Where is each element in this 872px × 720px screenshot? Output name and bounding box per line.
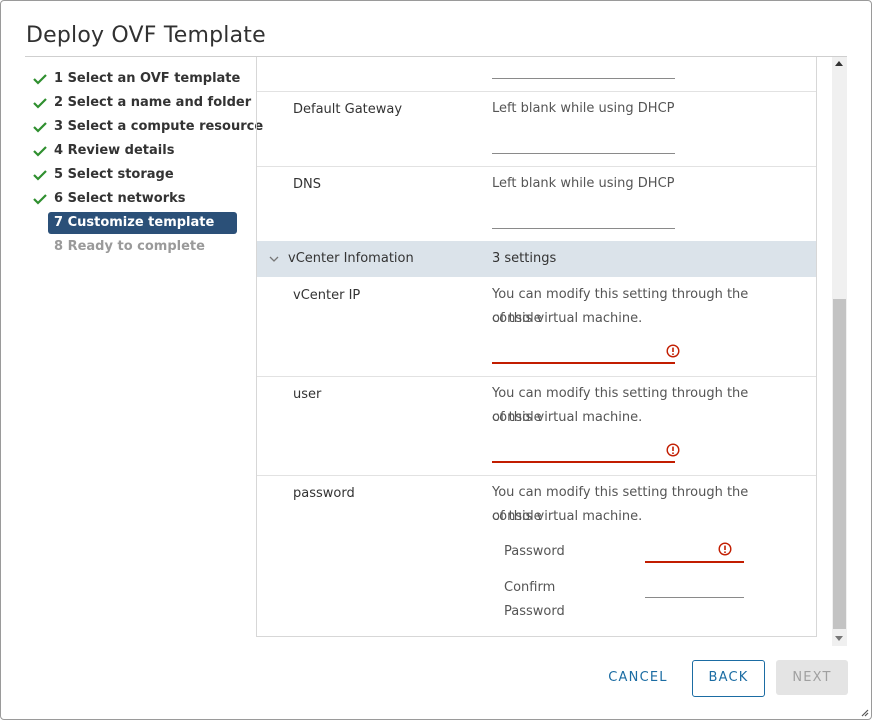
step-label: 1 Select an OVF template	[54, 71, 241, 86]
next-button[interactable]: NEXT	[776, 660, 848, 695]
default-gateway-desc: Left blank while using DHCP	[492, 101, 675, 116]
scroll-up-arrow-icon[interactable]	[835, 61, 843, 66]
step-select-ovf[interactable]: 1 Select an OVF template	[31, 67, 241, 91]
wizard-steps: 1 Select an OVF template 2 Select a name…	[31, 67, 263, 259]
settings-row-password: password You can modify this setting thr…	[257, 475, 816, 636]
user-desc-2: of this virtual machine.	[492, 410, 643, 425]
error-circle-icon	[666, 344, 680, 358]
password-input[interactable]	[645, 561, 744, 563]
dialog-title: Deploy OVF Template	[26, 23, 266, 48]
group-settings-count: 3 settings	[492, 251, 557, 266]
vcenter-ip-input[interactable]	[492, 362, 675, 364]
error-circle-icon	[666, 443, 680, 457]
step-label: 5 Select storage	[54, 167, 174, 182]
group-name: vCenter Infomation	[288, 251, 414, 266]
vcenter-ip-desc-2: of this virtual machine.	[492, 311, 643, 326]
step-select-storage[interactable]: 5 Select storage	[31, 163, 241, 187]
step-select-compute-resource[interactable]: 3 Select a compute resource	[31, 115, 263, 139]
vcenter-group-header[interactable]: vCenter Infomation 3 settings	[257, 241, 816, 277]
settings-row-dns: DNS Left blank while using DHCP	[257, 166, 816, 242]
step-label: 8 Ready to complete	[54, 239, 205, 254]
confirm-password-input[interactable]	[645, 597, 744, 598]
user-input[interactable]	[492, 461, 675, 463]
default-gateway-input[interactable]	[492, 153, 675, 154]
default-gateway-label: Default Gateway	[293, 102, 403, 117]
vertical-scrollbar[interactable]	[832, 57, 847, 646]
checkmark-icon	[33, 98, 47, 109]
back-button[interactable]: BACK	[692, 660, 765, 697]
step-review-details[interactable]: 4 Review details	[31, 139, 241, 163]
checkmark-icon	[33, 122, 47, 133]
step-select-name-folder[interactable]: 2 Select a name and folder	[31, 91, 251, 115]
dns-input[interactable]	[492, 228, 675, 229]
confirm-password-label-1: Confirm	[504, 580, 556, 595]
scrollbar-thumb[interactable]	[833, 299, 846, 629]
step-label: 3 Select a compute resource	[54, 119, 264, 134]
step-select-networks[interactable]: 6 Select networks	[31, 187, 241, 211]
user-label: user	[293, 387, 322, 402]
checkmark-icon	[33, 194, 47, 205]
settings-row-default-gateway: Default Gateway Left blank while using D…	[257, 91, 816, 167]
checkmark-icon	[33, 170, 47, 181]
settings-row-partial	[257, 57, 816, 92]
checkmark-icon	[33, 146, 47, 157]
password-field-label: Password	[504, 544, 565, 559]
step-ready-to-complete: 8 Ready to complete	[31, 235, 241, 259]
step-label: 4 Review details	[54, 143, 175, 158]
confirm-password-label-2: Password	[504, 604, 565, 619]
dns-desc: Left blank while using DHCP	[492, 176, 675, 191]
error-circle-icon	[718, 542, 732, 556]
deploy-ovf-dialog: Deploy OVF Template 1 Select an OVF temp…	[0, 0, 872, 720]
password-setting-label: password	[293, 486, 355, 501]
chevron-down-icon	[269, 256, 279, 262]
settings-row-user: user You can modify this setting through…	[257, 376, 816, 476]
step-label: 6 Select networks	[54, 191, 186, 206]
resize-grip-icon[interactable]	[859, 707, 869, 717]
partial-field-input[interactable]	[492, 78, 675, 79]
settings-row-vcenter-ip: vCenter IP You can modify this setting t…	[257, 277, 816, 377]
scroll-down-arrow-icon[interactable]	[835, 636, 843, 641]
customize-template-panel: Default Gateway Left blank while using D…	[256, 57, 817, 637]
dns-label: DNS	[293, 177, 321, 192]
step-customize-template[interactable]: 7 Customize template	[31, 211, 241, 235]
step-label: 2 Select a name and folder	[54, 95, 252, 110]
cancel-button[interactable]: CANCEL	[597, 660, 679, 695]
step-label: 7 Customize template	[54, 215, 215, 230]
vcenter-ip-label: vCenter IP	[293, 288, 361, 303]
checkmark-icon	[33, 74, 47, 85]
password-desc-2: of this virtual machine.	[492, 509, 643, 524]
